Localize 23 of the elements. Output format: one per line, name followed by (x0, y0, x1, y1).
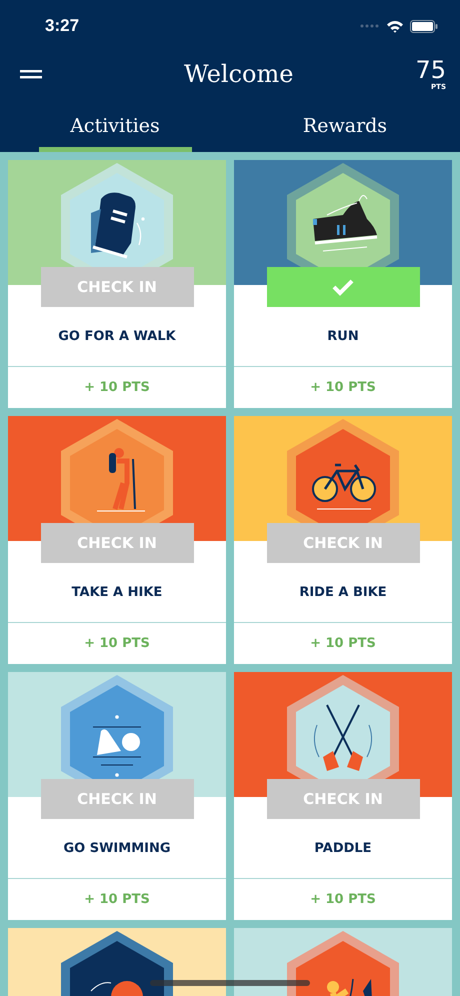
activity-name: RUN (327, 329, 359, 344)
wifi-icon (386, 20, 404, 32)
activity-name: RIDE A BIKE (299, 585, 387, 600)
check-in-button[interactable] (266, 267, 420, 307)
activity-points: + 10 PTS (84, 380, 150, 395)
activity-name: GO SWIMMING (63, 841, 171, 856)
battery-icon (410, 20, 438, 32)
activity-points: + 10 PTS (310, 892, 376, 907)
activity-points: + 10 PTS (310, 636, 376, 651)
activity-points: + 10 PTS (84, 892, 150, 907)
points-total: 75 (415, 57, 446, 83)
tab[interactable]: Activities (0, 96, 230, 152)
activity-name: PADDLE (314, 841, 372, 856)
screen-title: Welcome (183, 60, 294, 88)
signal-icon (360, 24, 380, 28)
activity-name: TAKE A HIKE (72, 585, 162, 600)
checkmark-icon (332, 278, 354, 296)
menu-icon[interactable] (20, 67, 42, 81)
status-time: 3:27 (45, 16, 80, 36)
activity-name: GO FOR A WALK (58, 329, 176, 344)
tab[interactable]: Rewards (230, 96, 460, 152)
activity-points: + 10 PTS (84, 636, 150, 651)
activity-points: + 10 PTS (310, 380, 376, 395)
